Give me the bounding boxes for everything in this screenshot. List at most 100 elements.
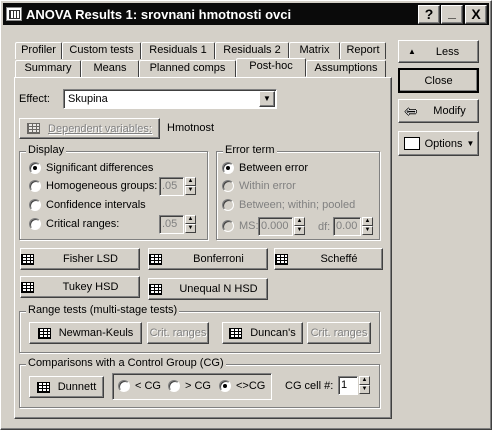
radio-label: Homogeneous groups: [46, 180, 158, 192]
critical-alpha-value: .05 [159, 215, 184, 234]
table-icon [229, 327, 243, 339]
spin-down-icon[interactable]: ▼ [362, 226, 373, 235]
tab-planned-comps[interactable]: Planned comps [139, 60, 236, 77]
help-button[interactable]: ? [418, 5, 440, 24]
tab-summary[interactable]: Summary [15, 60, 81, 77]
spin-down-icon[interactable]: ▼ [185, 186, 196, 195]
close-window-button[interactable]: X [465, 5, 487, 24]
close-button[interactable]: Close [398, 68, 479, 93]
radio-not-equal-cg[interactable]: <>CG [219, 380, 265, 392]
table-icon [36, 381, 50, 393]
radio-confidence-intervals[interactable]: Confidence intervals [29, 199, 146, 211]
dependent-variables-label: Dependent variables: [48, 122, 152, 135]
radio-between-within-pooled[interactable]: Between; within; pooled [222, 199, 355, 211]
options-icon [404, 137, 420, 150]
tab-post-hoc[interactable]: Post-hoc [236, 58, 306, 77]
chevron-down-icon[interactable]: ▼ [259, 91, 275, 107]
radio-label: Significant differences [46, 162, 154, 174]
homogeneous-alpha-value: .05 [159, 177, 184, 196]
radio-label: < CG [135, 380, 161, 392]
tab-assumptions[interactable]: Assumptions [306, 60, 386, 77]
radio-homogeneous-groups[interactable]: Homogeneous groups: [29, 180, 157, 192]
dunnett-button[interactable]: Dunnett [29, 376, 104, 398]
tab-report[interactable]: Report [340, 42, 386, 59]
radio-label: Confidence intervals [46, 199, 146, 211]
range-tests-title: Range tests (multi-stage tests) [26, 304, 180, 316]
spin-down-icon[interactable]: ▼ [185, 224, 196, 233]
dependent-value: Hmotnost [167, 122, 215, 134]
spin-up-icon[interactable]: ▲ [359, 376, 370, 385]
ms-value: 0.000 [258, 217, 293, 236]
newman-keuls-button[interactable]: Newman-Keuls [29, 322, 142, 344]
tukey-hsd-button[interactable]: Tukey HSD [20, 276, 140, 298]
effect-value: Skupina [68, 93, 108, 105]
tab-residuals-1[interactable]: Residuals 1 [141, 42, 215, 59]
tab-residuals-2[interactable]: Residuals 2 [215, 42, 289, 59]
cg-cell-label: CG cell #: [285, 380, 334, 392]
less-label: Less [435, 45, 460, 58]
unequal-n-hsd-button[interactable]: Unequal N HSD [148, 278, 268, 300]
table-icon [149, 283, 162, 295]
effect-label: Effect: [19, 93, 50, 105]
radio-label: > CG [185, 380, 211, 392]
spin-up-icon[interactable]: ▲ [185, 177, 196, 186]
radio-dot [29, 162, 41, 174]
radio-dot [29, 218, 41, 230]
tab-profiler[interactable]: Profiler [15, 42, 62, 59]
radio-dot [29, 180, 41, 192]
table-icon [21, 253, 34, 265]
effect-select[interactable]: Skupina ▼ [63, 89, 277, 109]
radio-critical-ranges[interactable]: Critical ranges: [29, 218, 119, 230]
unequal-n-hsd-label: Unequal N HSD [179, 283, 258, 295]
radio-label: Between; within; pooled [239, 199, 356, 211]
radio-greater-cg[interactable]: > CG [168, 380, 211, 392]
tab-custom-tests[interactable]: Custom tests [62, 42, 141, 59]
radio-label: Critical ranges: [46, 218, 120, 230]
spin-up-icon[interactable]: ▲ [185, 215, 196, 224]
fisher-lsd-button[interactable]: Fisher LSD [20, 248, 140, 270]
spin-up-icon[interactable]: ▲ [294, 217, 305, 226]
dunnett-label: Dunnett [57, 381, 97, 393]
duncans-label: Duncan's [250, 327, 296, 339]
options-label: Options [424, 137, 463, 150]
duncans-button[interactable]: Duncan's [222, 322, 303, 344]
df-value: 0.00 [333, 217, 361, 236]
less-button[interactable]: ▲ Less [398, 40, 479, 63]
dependent-variables-button[interactable]: Dependent variables: [19, 118, 160, 139]
scheffe-button[interactable]: Scheffé [274, 248, 383, 270]
display-group-title: Display [26, 144, 67, 156]
title-bar[interactable]: ANOVA Results 1: srovnani hmotnosti ovci [3, 3, 489, 25]
app-icon [6, 7, 22, 21]
radio-label: <>CG [236, 380, 266, 392]
table-icon [149, 253, 162, 265]
bonferroni-button[interactable]: Bonferroni [148, 248, 268, 270]
radio-dot [29, 199, 41, 211]
radio-dot [222, 180, 234, 192]
modify-button[interactable]: ⇦ Modify [398, 99, 479, 123]
radio-dot [222, 220, 234, 232]
scheffe-label: Scheffé [320, 253, 358, 265]
radio-less-cg[interactable]: < CG [118, 380, 161, 392]
radio-significant-differences[interactable]: Significant differences [29, 162, 153, 174]
radio-ms[interactable]: MS: [222, 220, 259, 232]
spin-down-icon[interactable]: ▼ [294, 226, 305, 235]
tab-matrix[interactable]: Matrix [289, 42, 340, 59]
ms-label: MS: [239, 220, 259, 232]
table-icon [21, 281, 34, 293]
radio-within-error[interactable]: Within error [222, 180, 296, 192]
spin-down-icon[interactable]: ▼ [359, 385, 370, 394]
radio-between-error[interactable]: Between error [222, 162, 308, 174]
spin-up-icon[interactable]: ▲ [362, 217, 373, 226]
cg-cell-value: 1 [338, 376, 358, 395]
options-button[interactable]: Options ▼ [398, 131, 479, 156]
window-title: ANOVA Results 1: srovnani hmotnosti ovci [26, 6, 292, 22]
error-term-group-title: Error term [223, 144, 277, 156]
radio-dot [222, 199, 234, 211]
minimize-button[interactable]: _ [441, 5, 463, 24]
bonferroni-label: Bonferroni [193, 253, 244, 265]
arrow-left-icon: ⇦ [405, 102, 417, 119]
crit-ranges-button-1[interactable]: Crit. ranges [147, 322, 209, 344]
tab-means[interactable]: Means [81, 60, 139, 77]
df-label: df: [318, 221, 331, 233]
crit-ranges-button-2[interactable]: Crit. ranges [307, 322, 371, 344]
